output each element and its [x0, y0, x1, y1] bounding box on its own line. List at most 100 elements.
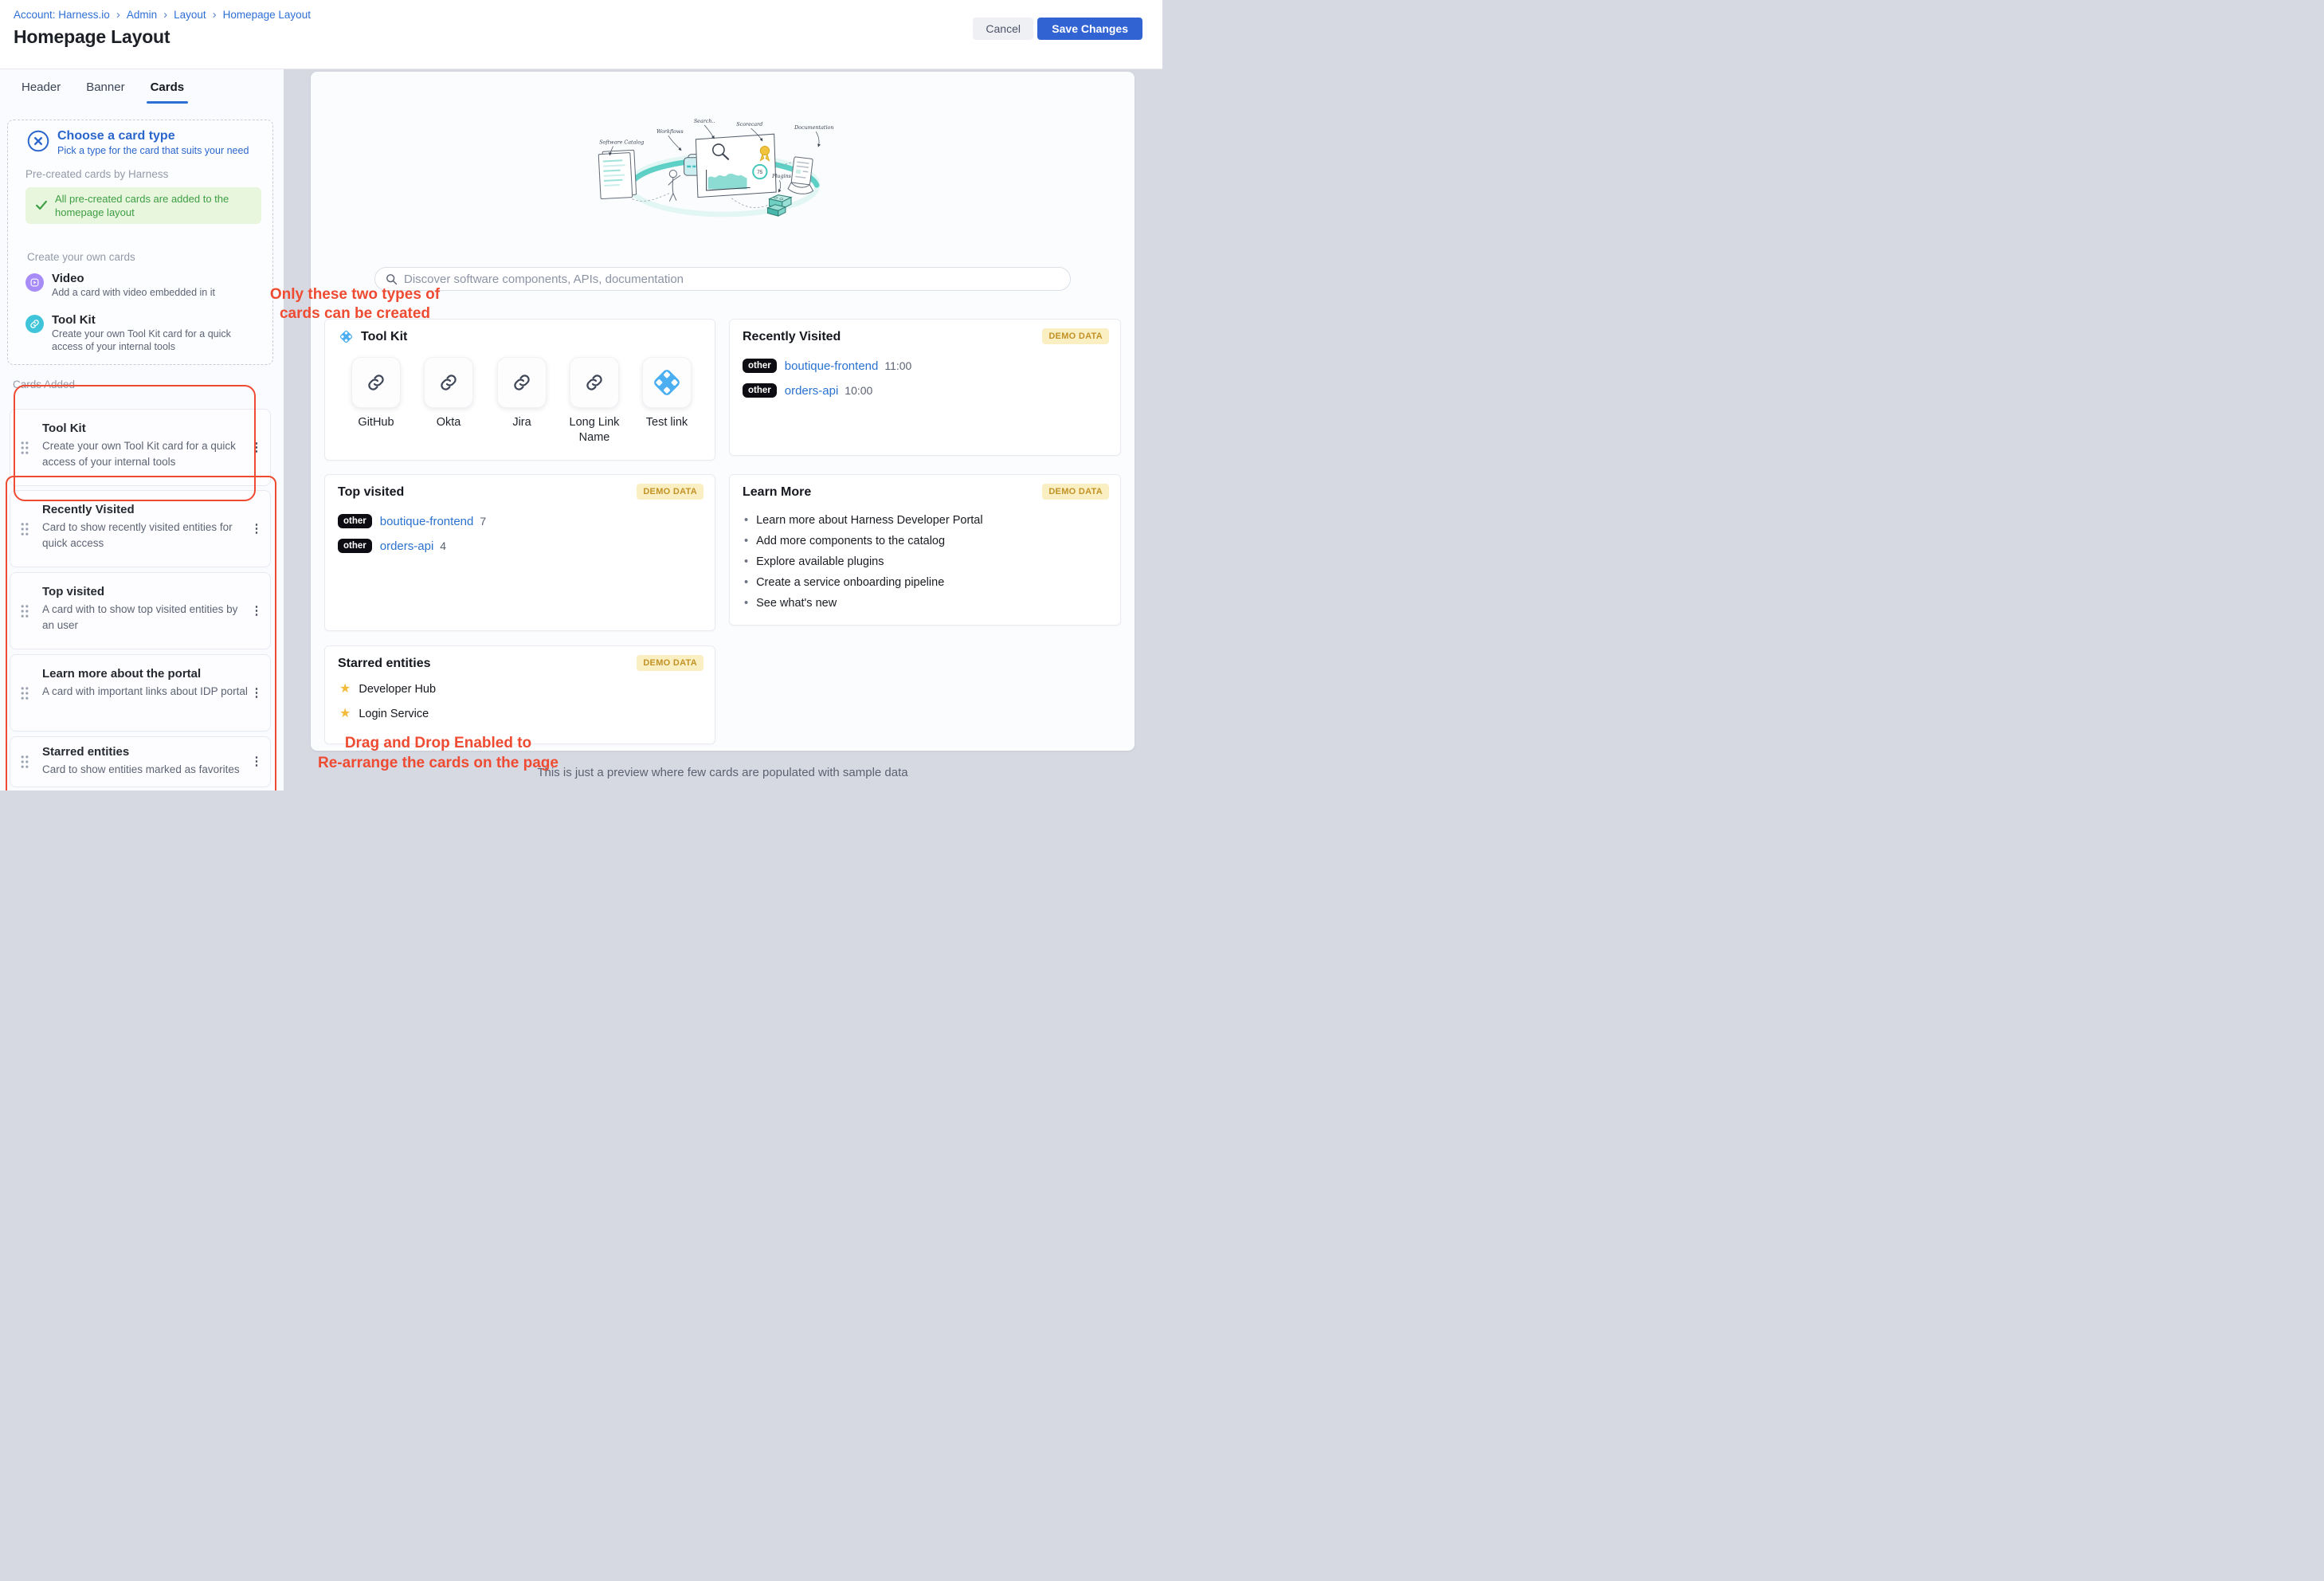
entity-link[interactable]: orders-api [380, 539, 434, 553]
star-icon [339, 683, 351, 696]
tab-header[interactable]: Header [20, 76, 62, 104]
precreated-section-label: Pre-created cards by Harness [25, 168, 168, 180]
top-visited-card: Top visited DEMO DATA other boutique-fro… [324, 474, 715, 631]
cards-added-item-tool-kit[interactable]: Tool Kit Create your own Tool Kit card f… [10, 409, 271, 486]
top-visited-title: Top visited [338, 485, 404, 500]
learn-more-item: Add more components to the catalog [744, 531, 983, 551]
link-icon [25, 315, 44, 333]
kebab-menu-icon[interactable] [249, 603, 264, 619]
toolkit-preview-card: Tool Kit GitHub Okta Jira Long Link Name [324, 319, 715, 461]
link-icon [512, 373, 531, 392]
card-type-chooser-panel: Choose a card type Pick a type for the c… [7, 120, 273, 365]
dashboard-board: 75 [696, 134, 776, 197]
option-desc: Create your own Tool Kit card for a quic… [52, 328, 261, 353]
added-card-desc: Create your own Tool Kit card for a quic… [42, 438, 251, 470]
added-card-desc: A card with important links about IDP po… [42, 684, 251, 700]
chevron-right-icon [206, 9, 223, 21]
drag-handle-icon[interactable] [20, 755, 29, 769]
layout-tabs: Header Banner Cards [20, 76, 186, 104]
precreated-success-banner: All pre-created cards are added to the h… [25, 187, 261, 224]
homepage-preview-pane: 75 [311, 72, 1135, 751]
learn-more-title: Learn More [743, 485, 811, 500]
star-icon [339, 708, 351, 720]
option-title: Tool Kit [52, 313, 96, 327]
chevron-right-icon [110, 9, 127, 21]
option-desc: Add a card with video embedded in it [52, 286, 261, 299]
entity-link[interactable]: orders-api [785, 384, 839, 398]
link-icon [439, 373, 458, 392]
entity-row: other boutique-frontend 7 [338, 514, 486, 528]
added-card-title: Recently Visited [42, 503, 135, 516]
kebab-menu-icon[interactable] [249, 440, 264, 456]
cards-added-item-top-visited[interactable]: Top visited A card with to show top visi… [10, 572, 271, 649]
card-type-option-video[interactable]: Video Add a card with video embedded in … [19, 272, 266, 310]
toolkit-link-okta[interactable]: Okta [413, 357, 484, 430]
chevron-right-icon [157, 9, 174, 21]
cards-added-item-starred-entities[interactable]: Starred entities Card to show entities m… [10, 736, 271, 787]
breadcrumb-admin[interactable]: Admin [127, 9, 157, 21]
preview-footer-note: This is just a preview where few cards a… [311, 766, 1135, 779]
toolkit-link-long-link-name[interactable]: Long Link Name [558, 357, 630, 445]
page-header: Account: Harness.io Admin Layout Homepag… [0, 0, 1162, 69]
card-type-option-toolkit[interactable]: Tool Kit Create your own Tool Kit card f… [19, 313, 266, 351]
close-icon[interactable] [27, 130, 49, 152]
cards-added-label: Cards Added [13, 379, 75, 390]
link-icon [366, 373, 386, 392]
entity-link[interactable]: boutique-frontend [785, 359, 879, 373]
drag-handle-icon[interactable] [20, 522, 29, 536]
drag-handle-icon[interactable] [20, 441, 29, 455]
kebab-menu-icon[interactable] [249, 685, 264, 701]
tab-cards[interactable]: Cards [149, 76, 186, 104]
svg-text:Plugins: Plugins [771, 173, 792, 179]
breadcrumb-layout[interactable]: Layout [174, 9, 206, 21]
kebab-menu-icon[interactable] [249, 521, 264, 537]
demo-data-badge: DEMO DATA [1042, 328, 1109, 344]
page-title: Homepage Layout [14, 26, 170, 48]
toolkit-card-title: Tool Kit [361, 330, 407, 344]
recently-visited-card: Recently Visited DEMO DATA other boutiqu… [729, 319, 1121, 456]
toolkit-link-jira[interactable]: Jira [486, 357, 558, 430]
tab-banner[interactable]: Banner [84, 76, 126, 104]
cards-config-sidebar: Header Banner Cards Choose a card type P… [0, 69, 284, 790]
drag-handle-icon[interactable] [20, 604, 29, 618]
entity-kind-tag: other [338, 514, 372, 528]
check-icon [34, 198, 49, 212]
search-icon [385, 273, 398, 285]
added-card-desc: Card to show entities marked as favorite… [42, 762, 251, 778]
learn-more-item: Create a service onboarding pipeline [744, 572, 983, 593]
added-card-desc: A card with to show top visited entities… [42, 602, 251, 634]
added-card-desc: Card to show recently visited entities f… [42, 520, 251, 551]
starred-entities-card: Starred entities DEMO DATA Developer Hub… [324, 645, 715, 744]
breadcrumb-account[interactable]: Account: Harness.io [14, 9, 110, 21]
cancel-button[interactable]: Cancel [973, 18, 1033, 40]
cards-added-item-learn-more[interactable]: Learn more about the portal A card with … [10, 654, 271, 732]
kebab-menu-icon[interactable] [249, 754, 264, 770]
breadcrumb-homepage-layout[interactable]: Homepage Layout [223, 9, 311, 21]
entity-kind-tag: other [338, 539, 372, 553]
stick-figure [668, 171, 680, 202]
added-card-title: Tool Kit [42, 422, 86, 435]
preview-search-bar[interactable] [374, 267, 1071, 291]
chooser-title: Choose a card type [57, 129, 175, 143]
svg-text:Scorecard: Scorecard [736, 121, 762, 128]
software-catalog-doc-icon [598, 150, 637, 198]
entity-count: 4 [440, 539, 446, 552]
entity-link[interactable]: boutique-frontend [380, 515, 474, 528]
search-input[interactable] [404, 273, 1060, 286]
cards-added-item-recently-visited[interactable]: Recently Visited Card to show recently v… [10, 490, 271, 567]
svg-text:Software Catalog: Software Catalog [599, 139, 644, 145]
video-play-icon [25, 273, 44, 292]
toolkit-link-test-link[interactable]: Test link [631, 357, 703, 430]
toolkit-link-github[interactable]: GitHub [340, 357, 412, 430]
entity-kind-tag: other [743, 359, 777, 373]
link-icon [585, 373, 604, 392]
entity-row: other boutique-frontend 11:00 [743, 359, 911, 373]
entity-row: other orders-api 10:00 [743, 383, 872, 398]
drag-handle-icon[interactable] [20, 686, 29, 700]
learn-more-item: Learn more about Harness Developer Porta… [744, 510, 983, 531]
added-card-title: Starred entities [42, 745, 129, 759]
learn-more-item: Explore available plugins [744, 551, 983, 572]
save-changes-button[interactable]: Save Changes [1037, 18, 1142, 40]
starred-entities-title: Starred entities [338, 657, 430, 671]
starred-entity-name: Login Service [359, 708, 429, 720]
